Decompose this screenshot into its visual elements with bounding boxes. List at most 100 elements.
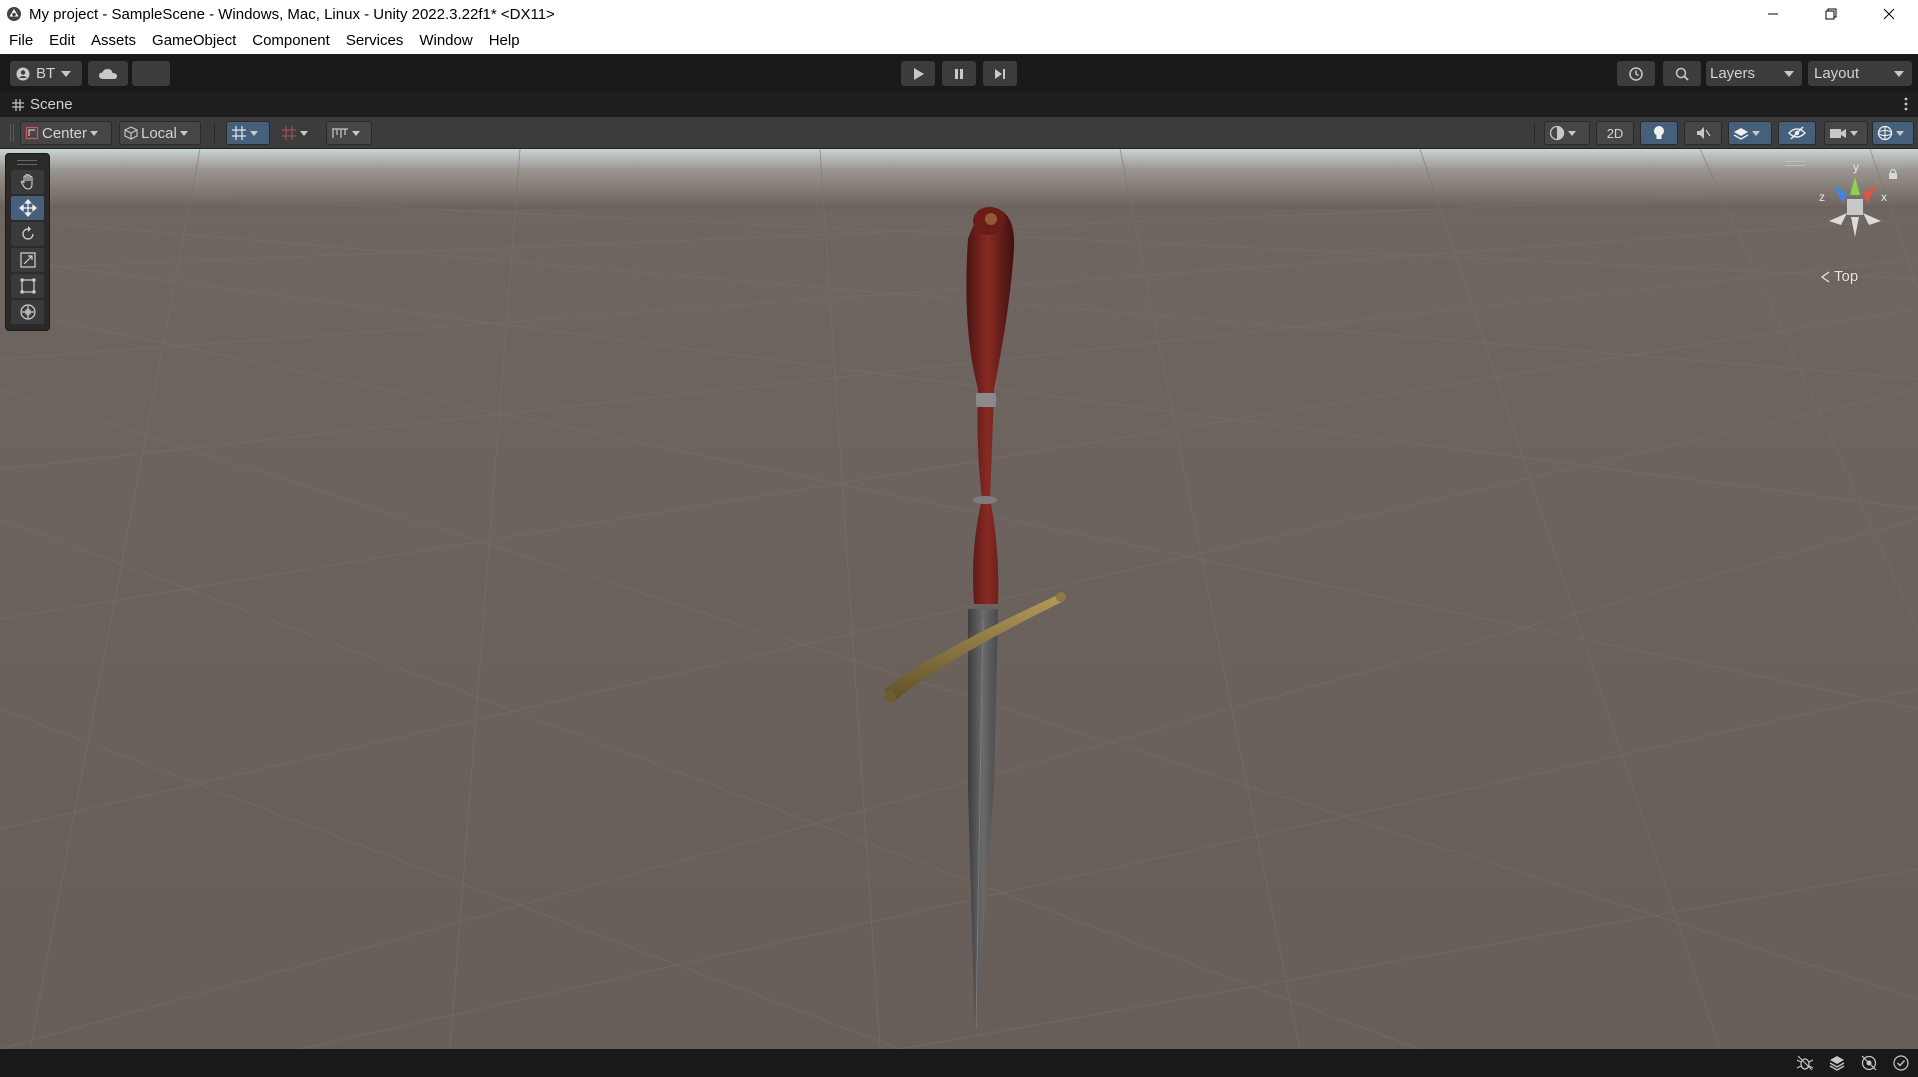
close-icon bbox=[1883, 8, 1895, 20]
play-button[interactable] bbox=[901, 61, 935, 86]
audio-mute-icon bbox=[1697, 127, 1711, 139]
effects-layers-icon bbox=[1733, 128, 1749, 140]
view-name: Top bbox=[1834, 268, 1859, 285]
layout-label: Layout bbox=[1814, 65, 1860, 82]
check-circle-icon[interactable] bbox=[1892, 1054, 1910, 1072]
orientation-gizmo[interactable]: y x z bbox=[1805, 155, 1905, 265]
scene-tab-bar: Scene bbox=[0, 92, 1918, 117]
scene-viewport[interactable] bbox=[0, 149, 1918, 1049]
scene-visibility-toggle[interactable] bbox=[1778, 121, 1816, 145]
debug-bug-icon[interactable] bbox=[1796, 1054, 1814, 1072]
lightbulb-icon bbox=[1654, 126, 1664, 139]
main-toolbar: BT Layers Layout bbox=[0, 54, 1918, 92]
account-dropdown[interactable]: BT bbox=[10, 61, 82, 86]
gizmo-drag-handle[interactable] bbox=[1785, 161, 1805, 166]
pause-button[interactable] bbox=[942, 61, 976, 86]
close-button[interactable] bbox=[1860, 0, 1918, 28]
move-arrows-icon bbox=[18, 199, 37, 217]
minimize-button[interactable] bbox=[1744, 0, 1802, 28]
move-tool-button[interactable] bbox=[11, 196, 44, 220]
increment-snap-toggle[interactable] bbox=[276, 121, 320, 145]
lock-icon bbox=[1889, 168, 1897, 179]
chevron-down-icon bbox=[1784, 70, 1794, 77]
scene-render bbox=[0, 149, 1918, 1049]
step-button[interactable] bbox=[983, 61, 1017, 86]
collab-button[interactable] bbox=[132, 61, 170, 86]
chevron-down-icon bbox=[90, 130, 99, 136]
layers-stack-icon[interactable] bbox=[1828, 1054, 1846, 1072]
shading-mode-dropdown[interactable] bbox=[1544, 121, 1590, 145]
chevron-down-icon bbox=[179, 130, 188, 136]
menu-gameobject[interactable]: GameObject bbox=[144, 28, 244, 54]
menu-file[interactable]: File bbox=[0, 28, 41, 54]
tools-grip[interactable] bbox=[17, 160, 37, 165]
camera-icon bbox=[1830, 129, 1846, 138]
step-icon bbox=[995, 68, 1005, 79]
hand-icon bbox=[20, 173, 33, 190]
pivot-center-icon bbox=[25, 126, 39, 140]
grid-snap-toggle[interactable] bbox=[226, 121, 270, 145]
camera-dropdown[interactable] bbox=[1824, 121, 1868, 145]
grid-icon bbox=[12, 98, 24, 111]
gizmo-axis-z: z bbox=[1819, 190, 1825, 204]
2d-label: 2D bbox=[1606, 125, 1624, 141]
gizmo-axis-y: y bbox=[1853, 160, 1859, 174]
gizmos-dropdown[interactable] bbox=[1872, 121, 1914, 145]
effects-dropdown[interactable] bbox=[1728, 121, 1772, 145]
cloud-button[interactable] bbox=[88, 61, 128, 86]
rotate-icon bbox=[21, 226, 34, 240]
undo-history-button[interactable] bbox=[1617, 61, 1655, 86]
menu-window[interactable]: Window bbox=[411, 28, 480, 54]
audio-toggle[interactable] bbox=[1684, 121, 1722, 145]
gizmo-axis-x: x bbox=[1881, 190, 1887, 204]
menu-bar: File Edit Assets GameObject Component Se… bbox=[0, 28, 1918, 54]
local-space-icon bbox=[124, 126, 138, 140]
history-icon bbox=[1629, 66, 1643, 81]
tab-scene[interactable]: Scene bbox=[30, 96, 73, 113]
lighting-toggle[interactable] bbox=[1640, 121, 1678, 145]
layers-label: Layers bbox=[1710, 65, 1756, 82]
chevron-down-icon bbox=[61, 70, 72, 77]
menu-help[interactable]: Help bbox=[481, 28, 528, 54]
hand-tool-button[interactable] bbox=[11, 170, 44, 194]
chevron-down-icon bbox=[250, 130, 258, 136]
window-title: My project - SampleScene - Windows, Mac,… bbox=[29, 5, 555, 23]
layout-dropdown[interactable]: Layout bbox=[1808, 61, 1912, 86]
rect-transform-icon bbox=[20, 278, 35, 294]
menu-assets[interactable]: Assets bbox=[83, 28, 144, 54]
rect-tool-button[interactable] bbox=[11, 274, 44, 298]
toolbar-grip[interactable] bbox=[10, 124, 14, 142]
ruler-dropdown[interactable] bbox=[326, 121, 372, 145]
menu-edit[interactable]: Edit bbox=[41, 28, 83, 54]
transform-icon bbox=[19, 304, 36, 320]
2d-toggle[interactable]: 2D bbox=[1596, 121, 1634, 145]
chevron-down-icon bbox=[1752, 130, 1760, 136]
auto-generate-lighting-icon[interactable] bbox=[1860, 1054, 1878, 1072]
search-button[interactable] bbox=[1663, 61, 1701, 86]
chevron-down-icon bbox=[1894, 70, 1904, 77]
scale-tool-button[interactable] bbox=[11, 248, 44, 272]
unity-logo-icon bbox=[5, 5, 23, 23]
layers-dropdown[interactable]: Layers bbox=[1706, 61, 1802, 86]
pivot-dropdown[interactable]: Center bbox=[20, 121, 112, 145]
status-bar bbox=[0, 1049, 1918, 1077]
chevron-down-icon bbox=[1568, 130, 1576, 136]
space-dropdown[interactable]: Local bbox=[119, 121, 201, 145]
search-icon bbox=[1675, 67, 1689, 81]
view-orientation-label[interactable]: Top bbox=[1820, 268, 1858, 285]
grid-snap-icon bbox=[232, 126, 246, 140]
more-options-icon[interactable] bbox=[1904, 96, 1908, 116]
account-icon bbox=[16, 67, 30, 80]
menu-component[interactable]: Component bbox=[244, 28, 338, 54]
space-label: Local bbox=[141, 124, 177, 142]
minimize-icon bbox=[1768, 13, 1778, 15]
restore-button[interactable] bbox=[1802, 0, 1860, 28]
restore-icon bbox=[1825, 8, 1837, 20]
account-label: BT bbox=[36, 65, 56, 82]
menu-services[interactable]: Services bbox=[338, 28, 412, 54]
rotate-tool-button[interactable] bbox=[11, 222, 44, 246]
snap-increment-icon bbox=[282, 126, 296, 140]
cloud-icon bbox=[99, 68, 117, 79]
transform-tool-button[interactable] bbox=[11, 300, 44, 324]
play-icon bbox=[914, 67, 924, 80]
